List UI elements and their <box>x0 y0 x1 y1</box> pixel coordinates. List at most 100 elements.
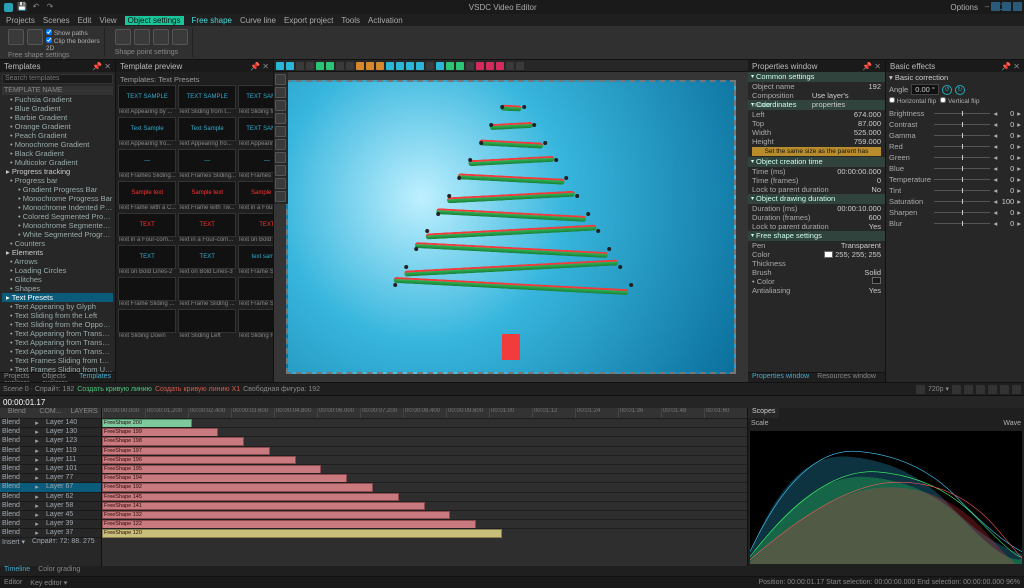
preview-cell[interactable]: TEXTText on Bold Lines-2 <box>118 245 176 275</box>
effect-slider[interactable]: Sharpen◂0▸ <box>889 207 1021 218</box>
menu-free-shape[interactable]: Free shape <box>192 16 232 25</box>
tool-icon[interactable] <box>416 62 424 70</box>
flip-v-check[interactable]: Vertical flip <box>940 97 979 105</box>
set-same-size-button[interactable]: Set the same size as the parent has <box>752 147 881 156</box>
layer-row[interactable]: Blend▸Layer 123 <box>0 436 101 445</box>
resolution-dropdown[interactable]: 720p ▾ <box>928 385 949 393</box>
prev-frame-icon[interactable] <box>952 385 961 394</box>
scale-dropdown[interactable]: Scale <box>751 420 769 427</box>
tool-icon[interactable] <box>486 62 494 70</box>
tree-item[interactable]: • Text Appearing by Glyph <box>2 302 113 311</box>
preview-cell[interactable]: Text Sliding Right <box>238 309 273 339</box>
preview-cell[interactable]: TEXT SAMPLEText Appearing fro... <box>238 117 273 147</box>
tree-item[interactable]: • Fuchsia Gradient <box>2 95 113 104</box>
preview-cell[interactable]: —Text Frames Sliding... <box>118 149 176 179</box>
draw-tool-icon[interactable] <box>8 29 24 45</box>
preview-cell[interactable]: Text SampleText Appearing fro... <box>178 117 236 147</box>
redo-icon[interactable]: ↷ <box>45 2 55 12</box>
tree-item[interactable]: • Arrows <box>2 257 113 266</box>
shape-tool-2-icon[interactable] <box>134 29 150 45</box>
flip-h-check[interactable]: Horizontal flip <box>889 97 936 105</box>
preview-cell[interactable]: text sampleText Frame Sliding ... <box>238 245 273 275</box>
status-editor[interactable]: Editor <box>4 579 22 587</box>
pin-icon[interactable]: 📌 ✕ <box>862 62 881 71</box>
menu-object-settings[interactable]: Object settings <box>125 16 184 25</box>
layer-row[interactable]: Blend▸Layer 101 <box>0 464 101 473</box>
undo-icon[interactable]: ↶ <box>31 2 41 12</box>
shape-tool-4-icon[interactable] <box>172 29 188 45</box>
prop-group-drawing[interactable]: Object drawing duration <box>748 194 885 204</box>
effect-slider[interactable]: Tint◂0▸ <box>889 185 1021 196</box>
preview-cell[interactable]: Text Sliding Down <box>118 309 176 339</box>
preview-cell[interactable]: —Text Frames Sliding... <box>238 149 273 179</box>
tree-item[interactable]: • Shapes <box>2 284 113 293</box>
tool-icon[interactable] <box>406 62 414 70</box>
save-icon[interactable]: 💾 <box>17 2 27 12</box>
tab-resources[interactable]: Resources window <box>813 373 880 382</box>
preview-cell[interactable]: TEXT SAMPLEText Appearing by ... <box>118 85 176 115</box>
timeline-clip[interactable]: FreeShape 120 <box>102 529 502 538</box>
shape-tool-1-icon[interactable] <box>115 29 131 45</box>
tree-item[interactable]: • Text Appearing from Transparency W... <box>2 338 113 347</box>
preview-cell[interactable]: TEXTText on Bold Lines-3 <box>178 245 236 275</box>
tree-item[interactable]: • Black Gradient <box>2 149 113 158</box>
tree-item[interactable]: ▸ Progress tracking <box>2 167 113 176</box>
vtool-icon[interactable] <box>275 100 286 111</box>
menu-projects[interactable]: Projects <box>6 16 35 25</box>
tab-templates[interactable]: Templates <box>75 373 115 382</box>
tool-icon[interactable] <box>366 62 374 70</box>
timeline-ruler[interactable]: 00:00:00.00000:00:01.20000:00:02.40000:0… <box>102 408 747 418</box>
vtool-icon[interactable] <box>275 191 286 202</box>
menu-edit[interactable]: Edit <box>78 16 92 25</box>
tool-icon[interactable] <box>446 62 454 70</box>
tab-projects-explorer[interactable]: Projects explorer <box>0 373 38 382</box>
tree-item[interactable]: • Monochrome Segmented Progress Ba... <box>2 221 113 230</box>
effect-slider[interactable]: Brightness◂0▸ <box>889 108 1021 119</box>
tree-item[interactable]: • Text Frames Sliding from the Opposite.… <box>2 356 113 365</box>
prop-group-common[interactable]: Common settings <box>748 72 885 82</box>
tree-item[interactable]: • Monochrome Gradient <box>2 140 113 149</box>
preview-cell[interactable]: Text Frame Sliding ... <box>178 277 236 307</box>
tool-icon[interactable] <box>316 62 324 70</box>
scope-btn-icon[interactable] <box>1002 2 1011 11</box>
effect-slider[interactable]: Blur◂0▸ <box>889 218 1021 229</box>
vtool-icon[interactable] <box>275 74 286 85</box>
layer-row[interactable]: Blend▸Layer 58 <box>0 501 101 510</box>
preview-cell[interactable]: TEXT SAMPLEText Sliding from t... <box>178 85 236 115</box>
tree-item[interactable]: • Text Frames Sliding from Up and Down <box>2 365 113 373</box>
tool-icon[interactable] <box>306 62 314 70</box>
effect-slider[interactable]: Red◂0▸ <box>889 141 1021 152</box>
menu-activation[interactable]: Activation <box>368 16 403 25</box>
preview-cell[interactable]: TEXTText on Bold Lines-1 <box>238 213 273 243</box>
tree-item[interactable]: • Loading Circles <box>2 266 113 275</box>
tree-item[interactable]: • Monochrome Indented Progress Bar [PRO] <box>2 203 113 212</box>
menu-view[interactable]: View <box>99 16 116 25</box>
create-curve-2[interactable]: Создать кривую линию X1 <box>155 386 240 393</box>
effect-slider[interactable]: Contrast◂0▸ <box>889 119 1021 130</box>
preview-cell[interactable]: Sample textText in a Four-corn... <box>238 181 273 211</box>
tool-icon[interactable] <box>276 62 284 70</box>
show-paths-check[interactable]: Show paths <box>46 29 100 37</box>
tool-icon[interactable] <box>386 62 394 70</box>
vtool-icon[interactable] <box>275 126 286 137</box>
shape-tool-3-icon[interactable] <box>153 29 169 45</box>
play-button[interactable] <box>964 385 973 394</box>
layer-row[interactable]: Blend▸Layer 119 <box>0 446 101 455</box>
stop-icon[interactable] <box>988 385 997 394</box>
pin-icon[interactable]: 📌 ✕ <box>250 62 269 71</box>
preview-cell[interactable]: Text Frame Sliding ... <box>238 277 273 307</box>
tree-item[interactable]: • Text Appearing from Transparency M... <box>2 347 113 356</box>
prop-group-creation[interactable]: Object creation time <box>748 157 885 167</box>
tab-properties[interactable]: Properties window <box>748 373 813 382</box>
layer-row[interactable]: Blend▸Layer 62 <box>0 492 101 501</box>
preview-cell[interactable]: —Text Frames Sliding... <box>178 149 236 179</box>
menu-scenes[interactable]: Scenes <box>43 16 70 25</box>
prop-group-shape[interactable]: Free shape settings <box>748 231 885 241</box>
layer-row[interactable]: Blend▸Layer 77 <box>0 473 101 482</box>
preview-cell[interactable]: Text SampleText Appearing fro... <box>118 117 176 147</box>
layer-row[interactable]: Blend▸Layer 67 <box>0 482 101 491</box>
tree-item[interactable]: • Text Sliding from the Left <box>2 311 113 320</box>
rotate-right-icon[interactable]: ↻ <box>955 85 965 95</box>
tree-item[interactable]: • Progress bar <box>2 176 113 185</box>
tab-objects-explorer[interactable]: Objects explorer <box>38 373 75 382</box>
